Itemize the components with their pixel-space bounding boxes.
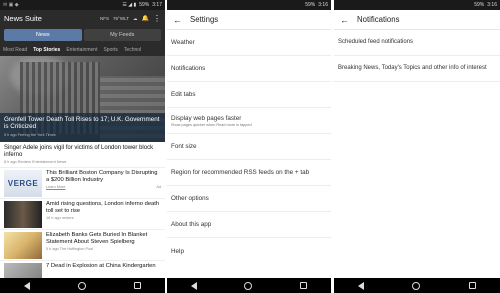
battery-level: 59% [139, 2, 150, 8]
back-icon[interactable] [190, 281, 197, 290]
weather-location-icon[interactable]: NFS [100, 16, 109, 21]
story-meta: 16 h ago reuters [46, 216, 74, 220]
category-tabs: Most Read Top Stories Entertainment Spor… [0, 44, 165, 56]
settings-item-description: Show pages quicker when Read more is tap… [171, 122, 252, 127]
recents-icon[interactable] [468, 282, 476, 289]
story-item[interactable]: Singer Adele joins vigil for victims of … [0, 142, 165, 168]
home-icon[interactable] [244, 281, 253, 290]
settings-item-label: Help [171, 247, 184, 255]
settings-item-label: Display web pages faster [171, 114, 242, 122]
story-meta: 8 h ago Reuters Entertainment News [4, 160, 67, 164]
page-title: Settings [190, 15, 219, 24]
settings-toolbar: ← Settings [167, 10, 331, 30]
hero-caption: Grenfell Tower Death Toll Rises to 17; U… [0, 112, 165, 142]
ad-thumbnail: VERGE [4, 170, 42, 197]
notification-icons: ✉ ▣ ◆ [3, 2, 19, 8]
status-bar: 59% 3:16 [167, 0, 331, 10]
settings-item-label: About this app [171, 221, 212, 228]
system-nav-bar [0, 278, 165, 293]
signal-icons: ☰ ◢ ▮ [122, 2, 137, 8]
notifications-toolbar: ← Notifications [334, 10, 500, 30]
settings-item-label: Weather [171, 39, 195, 46]
settings-screen: 59% 3:16 ← Settings Weather Notification… [167, 0, 331, 293]
battery-level: 59% [305, 2, 316, 8]
story-meta: 5 h ago The Huffington Post [46, 247, 94, 251]
system-nav-bar [167, 278, 331, 293]
back-icon[interactable] [358, 281, 365, 290]
settings-item-label: Notifications [171, 65, 206, 72]
back-arrow-icon[interactable]: ← [340, 15, 349, 25]
settings-item-region[interactable]: Region for recommended RSS feeds on the … [167, 160, 331, 186]
ad-item[interactable]: VERGE This Brilliant Boston Company Is D… [0, 168, 165, 199]
tab-most-read[interactable]: Most Read [3, 47, 27, 53]
story-headline: Singer Adele joins vigil for victims of … [4, 145, 154, 158]
app-header: News Suite NFS 76°WLT ☁ 🔔 ⋮ [0, 10, 165, 27]
clock: 3:16 [487, 2, 497, 8]
story-headline: Elizabeth Banks Gets Buried In Blanket S… [46, 232, 148, 245]
tab-entertainment[interactable]: Entertainment [66, 47, 97, 53]
story-thumbnail [4, 232, 42, 259]
more-options-icon[interactable]: ⋮ [153, 14, 161, 23]
back-icon[interactable] [24, 281, 30, 290]
ad-headline: This Brilliant Boston Company Is Disrupt… [46, 170, 158, 183]
app-title: News Suite [4, 14, 42, 23]
recents-icon[interactable] [300, 282, 308, 289]
clock: 3:16 [318, 2, 328, 8]
settings-item-label: Font size [171, 143, 197, 150]
back-arrow-icon[interactable]: ← [173, 15, 182, 25]
notification-item-scheduled[interactable]: Scheduled feed notifications [334, 30, 500, 56]
settings-item-other-options[interactable]: Other options [167, 186, 331, 212]
settings-item-label: Other options [171, 195, 209, 202]
list-item[interactable]: Elizabeth Banks Gets Buried In Blanket S… [0, 230, 165, 261]
system-nav-bar [334, 278, 500, 293]
notification-item-breaking[interactable]: Breaking News, Today's Topics and other … [334, 56, 500, 82]
ad-badge: Ad [156, 185, 161, 189]
tab-my-feeds[interactable]: My Feeds [83, 29, 161, 41]
tab-top-stories[interactable]: Top Stories [33, 47, 60, 53]
status-bar: ✉ ▣ ◆ ☰ ◢ ▮ 59% 3:17 [0, 0, 165, 10]
notification-bell-icon[interactable]: 🔔 [142, 15, 149, 22]
weather-temp[interactable]: 76°WLT [113, 16, 129, 21]
ad-learn-more-link[interactable]: Learn More [46, 185, 65, 189]
notification-item-label: Scheduled feed notifications [338, 39, 414, 45]
battery-level: 59% [474, 2, 485, 8]
settings-item-label: Edit tabs [171, 91, 196, 98]
settings-item-weather[interactable]: Weather [167, 30, 331, 56]
list-item[interactable]: Amid rising questions, London inferno de… [0, 199, 165, 230]
news-feeds-toggle: News My Feeds [0, 27, 165, 44]
story-headline: 7 Dead in Explosion at China Kindergarte… [46, 263, 156, 269]
settings-item-help[interactable]: Help [167, 238, 331, 264]
status-bar: 59% 3:16 [334, 0, 500, 10]
settings-item-font-size[interactable]: Font size [167, 134, 331, 160]
settings-item-edit-tabs[interactable]: Edit tabs [167, 82, 331, 108]
settings-item-about[interactable]: About this app [167, 212, 331, 238]
home-icon[interactable] [412, 281, 421, 290]
tab-technology[interactable]: Technol [124, 47, 141, 53]
tab-sports[interactable]: Sports [103, 47, 117, 53]
story-headline: Amid rising questions, London inferno de… [46, 201, 160, 214]
news-suite-screen: ✉ ▣ ◆ ☰ ◢ ▮ 59% 3:17 News Suite NFS 76°W… [0, 0, 165, 293]
settings-item-label: Region for recommended RSS feeds on the … [171, 169, 310, 176]
hero-headline: Grenfell Tower Death Toll Rises to 17; U… [4, 115, 160, 131]
recents-icon[interactable] [134, 282, 141, 289]
hero-meta: 5 h ago Ferring the York Times [4, 132, 56, 137]
page-title: Notifications [357, 15, 400, 24]
tab-news[interactable]: News [4, 29, 82, 41]
story-thumbnail [4, 201, 42, 228]
settings-item-display-faster[interactable]: Display web pages faster Show pages quic… [167, 108, 331, 134]
hero-story[interactable]: Grenfell Tower Death Toll Rises to 17; U… [0, 56, 165, 142]
cloud-icon[interactable]: ☁ [133, 16, 138, 22]
clock: 3:17 [152, 2, 162, 8]
home-icon[interactable] [78, 281, 86, 290]
notification-item-label: Breaking News, Today's Topics and other … [338, 65, 487, 71]
notifications-screen: 59% 3:16 ← Notifications Scheduled feed … [334, 0, 500, 293]
settings-item-notifications[interactable]: Notifications [167, 56, 331, 82]
